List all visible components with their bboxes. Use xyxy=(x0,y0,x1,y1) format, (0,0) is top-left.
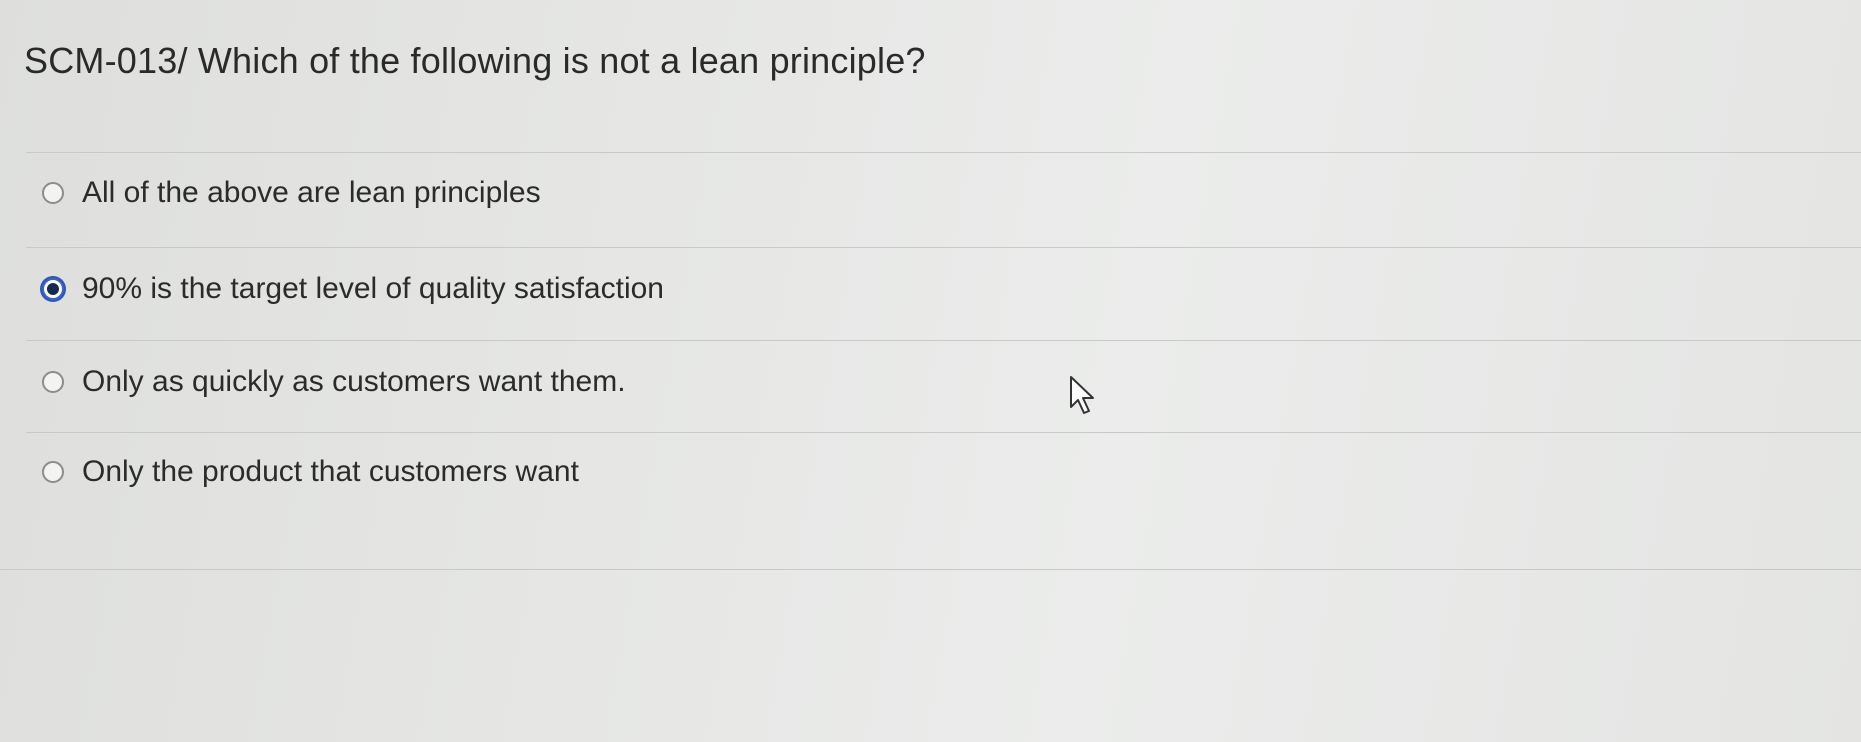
answer-option[interactable]: Only as quickly as customers want them. xyxy=(42,360,626,404)
option-label: 90% is the target level of quality satis… xyxy=(82,272,664,305)
answer-option[interactable]: All of the above are lean principles xyxy=(42,171,541,215)
radio-button[interactable] xyxy=(42,371,64,393)
option-label: Only the product that customers want xyxy=(82,455,579,488)
mouse-pointer-icon xyxy=(1070,376,1094,414)
divider xyxy=(26,432,1861,433)
option-label: Only as quickly as customers want them. xyxy=(82,365,626,398)
divider xyxy=(26,247,1861,248)
option-label: All of the above are lean principles xyxy=(82,176,541,209)
radio-button-selected[interactable] xyxy=(42,278,64,300)
question-title: SCM-013/ Which of the following is not a… xyxy=(24,40,926,81)
answer-option[interactable]: Only the product that customers want xyxy=(42,450,579,494)
radio-button[interactable] xyxy=(42,461,64,483)
divider xyxy=(26,152,1861,153)
radio-button[interactable] xyxy=(42,182,64,204)
divider xyxy=(0,569,1861,570)
answer-option[interactable]: 90% is the target level of quality satis… xyxy=(42,267,664,311)
divider xyxy=(26,340,1861,341)
